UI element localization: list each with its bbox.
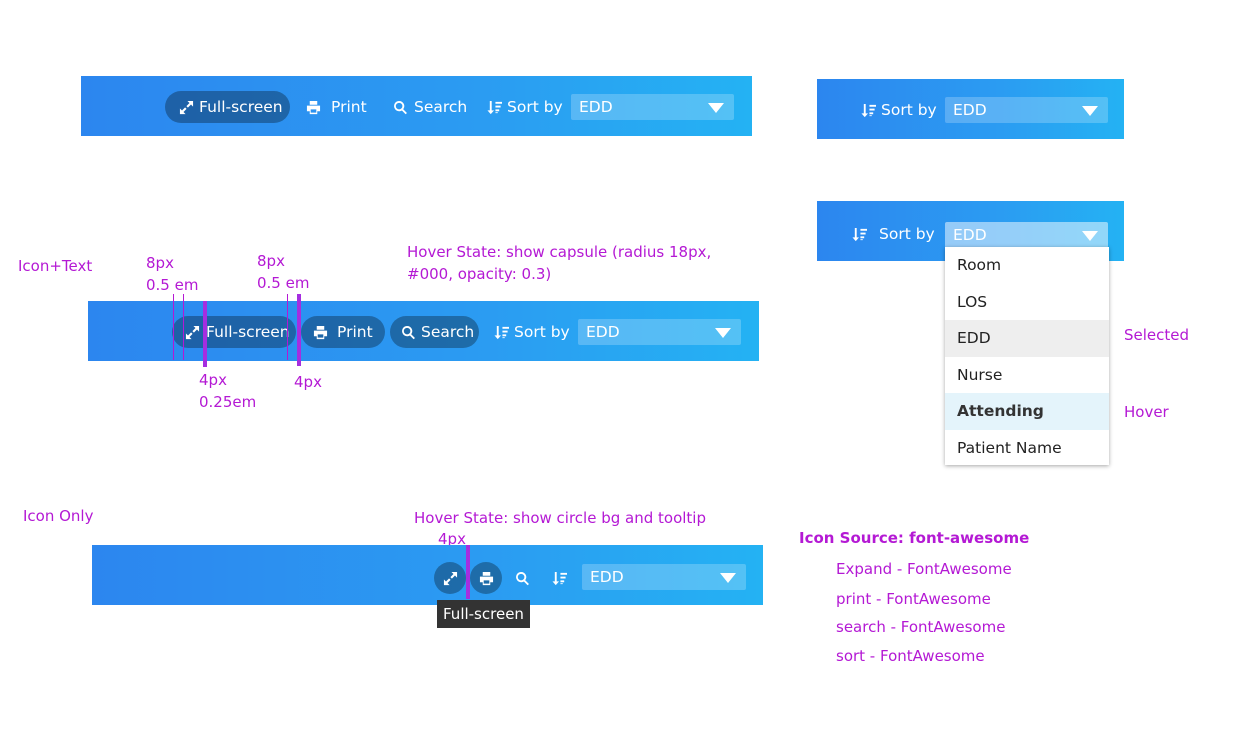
- print-label: Print: [331, 98, 367, 116]
- hover-capsule-annotation-2: #000, opacity: 0.3): [407, 265, 552, 283]
- print-icon: [312, 324, 328, 340]
- search-button[interactable]: Search: [390, 316, 479, 348]
- chevron-down-icon: [720, 573, 736, 583]
- search-button[interactable]: Search: [392, 91, 467, 123]
- icon-only-annotation: Icon Only: [23, 507, 94, 525]
- print-label: Print: [337, 323, 373, 341]
- spacing-guide-bar: [203, 301, 207, 367]
- sort-select-value: EDD: [579, 98, 613, 116]
- menu-item-edd[interactable]: EDD: [945, 320, 1109, 357]
- sort-dropdown-menu: Room LOS EDD Nurse Attending Patient Nam…: [945, 247, 1109, 465]
- chevron-down-icon: [1082, 106, 1098, 116]
- icon-source-sort: sort - FontAwesome: [836, 647, 985, 665]
- sort-select[interactable]: EDD: [582, 564, 746, 590]
- print-button[interactable]: Print: [305, 91, 367, 123]
- expand-icon: [184, 324, 200, 340]
- spacing-guide-line: [287, 294, 288, 360]
- fullscreen-button[interactable]: Full-screen: [165, 91, 290, 123]
- print-icon: [479, 571, 494, 586]
- menu-item-attending[interactable]: Attending: [945, 393, 1109, 430]
- hover-circle-annotation: Hover State: show circle bg and tooltip: [414, 509, 706, 527]
- spacing-05em-label: 0.5 em: [257, 274, 310, 292]
- menu-item-room[interactable]: Room: [945, 247, 1109, 284]
- sortby-label: Sort by: [881, 101, 937, 119]
- sort-by-label-group: Sort by: [486, 91, 563, 123]
- spacing-guide-line: [173, 294, 174, 360]
- sortby-label: Sort by: [514, 323, 570, 341]
- spacing-guide-line: [183, 294, 184, 360]
- menu-item-nurse[interactable]: Nurse: [945, 357, 1109, 394]
- icon-source-title: Icon Source: font-awesome: [799, 529, 1030, 547]
- sort-select-open[interactable]: EDD: [945, 222, 1108, 248]
- search-icon: [515, 571, 530, 586]
- spacing-8px-label: 8px: [146, 254, 174, 272]
- fullscreen-label: Full-screen: [199, 98, 283, 116]
- sort-icon: [552, 571, 567, 586]
- menu-item-patient-name[interactable]: Patient Name: [945, 430, 1109, 467]
- chevron-down-icon: [1082, 231, 1098, 241]
- expand-icon: [178, 99, 194, 115]
- expand-icon: [443, 571, 458, 586]
- sortby-label: Sort by: [507, 98, 563, 116]
- chevron-down-icon: [715, 328, 731, 338]
- fullscreen-button[interactable]: Full-screen: [172, 316, 296, 348]
- search-icon-button[interactable]: [506, 562, 538, 594]
- spacing-05em-label: 0.5 em: [146, 276, 199, 294]
- fullscreen-icon-button[interactable]: [434, 562, 466, 594]
- icon-source-print: print - FontAwesome: [836, 590, 991, 608]
- search-icon: [392, 99, 408, 115]
- sort-by-label-group: Sort by: [860, 94, 937, 126]
- icon-source-search: search - FontAwesome: [836, 618, 1006, 636]
- spacing-8px-label: 8px: [257, 252, 285, 270]
- icon-source-expand: Expand - FontAwesome: [836, 560, 1012, 578]
- sort-icon: [860, 102, 876, 118]
- fullscreen-tooltip: Full-screen: [437, 600, 530, 628]
- fullscreen-label: Full-screen: [206, 323, 290, 341]
- search-icon: [400, 324, 416, 340]
- print-icon-button[interactable]: [470, 562, 502, 594]
- sort-select[interactable]: EDD: [945, 97, 1108, 123]
- spacing-guide-bar: [297, 294, 301, 366]
- sort-icon-button[interactable]: [543, 562, 575, 594]
- sort-select-value: EDD: [590, 568, 624, 586]
- search-label: Search: [421, 323, 475, 341]
- spacing-025em-label: 0.25em: [199, 393, 257, 411]
- spacing-4px-label: 4px: [294, 373, 322, 391]
- sort-by-label-group: Sort by: [851, 218, 935, 250]
- sort-icon: [486, 99, 502, 115]
- print-button[interactable]: Print: [301, 316, 385, 348]
- sort-icon: [493, 324, 509, 340]
- selected-annotation: Selected: [1124, 326, 1190, 344]
- hover-capsule-annotation: Hover State: show capsule (radius 18px,: [407, 243, 712, 261]
- icon-text-annotation: Icon+Text: [18, 257, 93, 275]
- sort-select-value: EDD: [953, 226, 987, 244]
- sort-select[interactable]: EDD: [578, 319, 741, 345]
- hover-annotation: Hover: [1124, 403, 1169, 421]
- sortby-label: Sort by: [879, 225, 935, 243]
- print-icon: [305, 99, 321, 115]
- spacing-guide-bar: [466, 545, 470, 599]
- sort-select-value: EDD: [586, 323, 620, 341]
- sort-select[interactable]: EDD: [571, 94, 734, 120]
- sort-icon: [851, 226, 867, 242]
- menu-item-los[interactable]: LOS: [945, 284, 1109, 321]
- sort-select-value: EDD: [953, 101, 987, 119]
- sort-by-label-group: Sort by: [493, 316, 570, 348]
- search-label: Search: [414, 98, 468, 116]
- chevron-down-icon: [708, 103, 724, 113]
- spacing-4px-label: 4px: [199, 371, 227, 389]
